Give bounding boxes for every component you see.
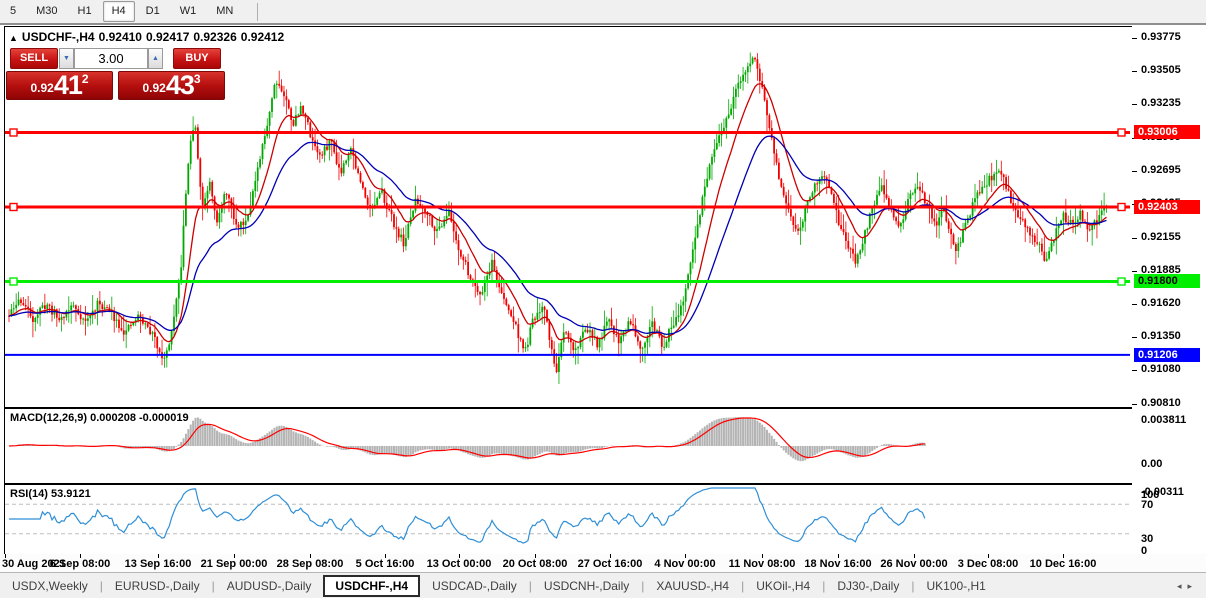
chart-tab-dj30-daily[interactable]: DJ30-,Daily xyxy=(825,576,911,596)
price-tick-mark xyxy=(1132,337,1137,338)
time-tick-label: 13 Oct 00:00 xyxy=(426,558,492,570)
time-tick-label: 18 Nov 16:00 xyxy=(804,558,872,570)
buy-button[interactable]: BUY xyxy=(173,48,221,69)
price-tick-mark xyxy=(1132,238,1137,239)
chart-window[interactable]: ▲ USDCHF-,H4 0.92410 0.92417 0.92326 0.92412 … xyxy=(0,23,1206,573)
time-tick-label: 10 Dec 16:00 xyxy=(1029,558,1097,570)
macd-indicator-panel[interactable]: MACD(12,26,9) 0.000208 -0.000019 xyxy=(4,408,1133,484)
tf-button-D1[interactable]: D1 xyxy=(137,1,169,22)
price-line-badge: 0.91800 xyxy=(1134,274,1200,288)
tab-scroll-nav: ◂▸ xyxy=(1177,581,1198,592)
price-axis[interactable]: 0.937750.935050.932350.929650.926950.924… xyxy=(1132,25,1206,557)
time-tick-label: 4 Nov 00:00 xyxy=(654,558,716,570)
sell-price-main: 41 xyxy=(53,70,83,100)
tf-button-W1[interactable]: W1 xyxy=(171,1,206,22)
price-tick-mark xyxy=(1132,171,1137,172)
tf-button-H4[interactable]: H4 xyxy=(102,1,135,22)
buy-price-prefix: 0.92 xyxy=(142,81,166,95)
chart-tab-usdchf-h4[interactable]: USDCHF-,H4 xyxy=(323,575,421,597)
tf-button-H1[interactable]: H1 xyxy=(69,1,101,22)
chart-tab-usdcnh-daily[interactable]: USDCNH-,Daily xyxy=(532,576,641,596)
rsi-axis-label: 70 xyxy=(1141,499,1154,511)
time-tick-label: 20 Oct 08:00 xyxy=(502,558,568,570)
price-tick-mark xyxy=(1132,104,1137,105)
rsi-axis-label: 30 xyxy=(1141,533,1154,545)
price-line-badge: 0.91206 xyxy=(1134,348,1200,362)
price-tick-label: 0.93505 xyxy=(1141,64,1181,76)
price-tick-mark xyxy=(1132,38,1137,39)
time-tick-label: 26 Nov 00:00 xyxy=(880,558,948,570)
price-line-badge: 0.92403 xyxy=(1134,200,1200,214)
tf-button-MN[interactable]: MN xyxy=(207,1,242,22)
price-tick-label: 0.92155 xyxy=(1141,231,1181,243)
chart-header: ▲ USDCHF-,H4 0.92410 0.92417 0.92326 0.92412 xyxy=(9,30,288,44)
chart-tab-eurusd-daily[interactable]: EURUSD-,Daily xyxy=(103,576,212,596)
tab-scroll-right-icon[interactable]: ▸ xyxy=(1187,581,1198,591)
rsi-label: RSI(14) 53.9121 xyxy=(10,488,91,500)
toolbar-separator xyxy=(257,2,259,21)
chart-tab-uk100-h1[interactable]: UK100-,H1 xyxy=(914,576,997,596)
time-tick-label: 5 Oct 16:00 xyxy=(355,558,415,570)
time-tick-label: 3 Dec 08:00 xyxy=(957,558,1019,570)
macd-axis-label: 0.00 xyxy=(1141,458,1163,470)
price-tick-label: 0.91080 xyxy=(1141,363,1181,375)
price-tick-mark xyxy=(1132,370,1137,371)
tf-button-M30[interactable]: M30 xyxy=(27,1,66,22)
ohlc-high: 0.92417 xyxy=(145,30,190,44)
tf-button-5[interactable]: 5 xyxy=(1,1,25,22)
price-tick-label: 0.93775 xyxy=(1141,31,1181,43)
chart-tab-xauusd-h4[interactable]: XAUUSD-,H4 xyxy=(644,576,741,596)
price-tick-label: 0.91620 xyxy=(1141,297,1181,309)
sell-price-prefix: 0.92 xyxy=(30,81,54,95)
price-tick-label: 0.93235 xyxy=(1141,97,1181,109)
sell-price-pip: 2 xyxy=(81,72,89,86)
buy-price-button[interactable]: 0.92 43 3 xyxy=(118,71,225,100)
price-tick-label: 0.90810 xyxy=(1141,397,1181,409)
time-axis[interactable]: 30 Aug 2021 6 Sep 08:00 13 Sep 16:00 21 Sep… xyxy=(0,554,1206,573)
tab-scroll-left-icon[interactable]: ◂ xyxy=(1177,581,1188,591)
one-click-trading-panel: SELL ▼ ▲ BUY 0.92412 0.92433 xyxy=(6,47,225,100)
price-tick-label: 0.92695 xyxy=(1141,164,1181,176)
chart-tab-audusd-daily[interactable]: AUDUSD-,Daily xyxy=(215,576,324,596)
time-tick-label: 13 Sep 16:00 xyxy=(124,558,192,570)
macd-axis-label: 0.003811 xyxy=(1141,414,1187,426)
price-line-badge: 0.93006 xyxy=(1134,125,1200,139)
price-tick-mark xyxy=(1132,304,1137,305)
volume-input[interactable] xyxy=(74,48,148,69)
terminal-window: 5 M30 H1 H4 D1 W1 MN ▲ USDCHF-,H4 0.92410 0.92417… xyxy=(0,0,1206,598)
time-tick-label: 11 Nov 08:00 xyxy=(728,558,796,570)
chart-tab-ukoil-h4[interactable]: UKOil-,H4 xyxy=(744,576,822,596)
rsi-indicator-panel[interactable]: RSI(14) 53.9121 xyxy=(4,484,1133,556)
sell-button[interactable]: SELL xyxy=(10,48,58,69)
price-tick-label: 0.91350 xyxy=(1141,330,1181,342)
volume-increase-icon[interactable]: ▲ xyxy=(148,48,163,69)
ohlc-close: 0.92412 xyxy=(240,30,285,44)
time-tick-label: 6 Sep 08:00 xyxy=(49,558,111,570)
price-tick-mark xyxy=(1132,404,1137,405)
rsi-chart xyxy=(5,487,1130,544)
timeframe-toolbar: 5 M30 H1 H4 D1 W1 MN xyxy=(0,0,1206,23)
macd-label: MACD(12,26,9) 0.000208 -0.000019 xyxy=(10,412,189,424)
buy-price-main: 43 xyxy=(165,70,195,100)
sell-price-button[interactable]: 0.92 41 2 xyxy=(6,71,113,100)
time-tick-label: 28 Sep 08:00 xyxy=(276,558,344,570)
buy-price-pip: 3 xyxy=(193,72,201,86)
chart-tab-bar: USDX,Weekly | EURUSD-,Daily | AUDUSD-,Daily U… xyxy=(0,572,1206,598)
chart-symbol-label: USDCHF-,H4 xyxy=(21,30,95,44)
chart-tab-usdx-weekly[interactable]: USDX,Weekly xyxy=(0,576,100,596)
collapse-panel-icon[interactable]: ▲ xyxy=(9,33,18,43)
chart-tab-usdcad-daily[interactable]: USDCAD-,Daily xyxy=(420,576,529,596)
ohlc-low: 0.92326 xyxy=(193,30,237,44)
time-tick-label: 21 Sep 00:00 xyxy=(200,558,268,570)
price-tick-mark xyxy=(1132,71,1137,72)
price-tick-mark xyxy=(1132,271,1137,272)
time-tick-label: 27 Oct 16:00 xyxy=(577,558,643,570)
ohlc-open: 0.92410 xyxy=(98,30,142,44)
volume-decrease-icon[interactable]: ▼ xyxy=(59,48,74,69)
